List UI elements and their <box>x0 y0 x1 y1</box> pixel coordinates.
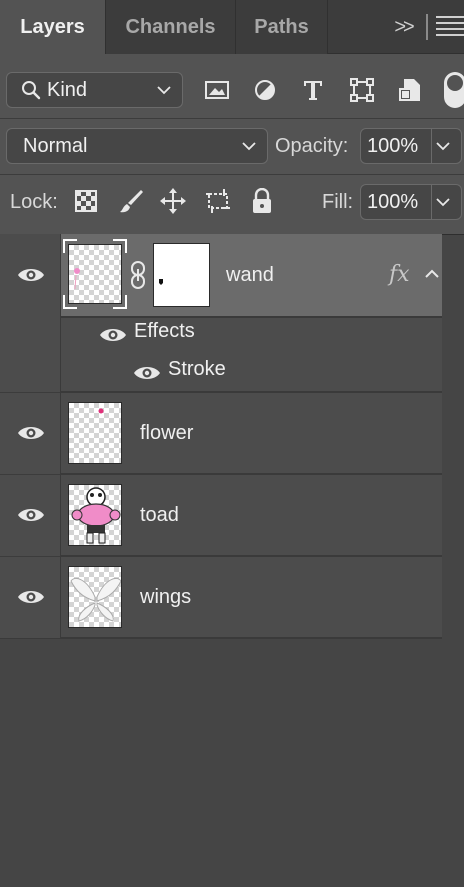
lock-label: Lock: <box>10 191 58 213</box>
divider <box>0 638 442 639</box>
chevron-up-icon[interactable] <box>424 266 440 282</box>
overflow-tabs-icon[interactable]: >> <box>386 10 420 44</box>
layer-mask-thumbnail[interactable] <box>153 243 210 307</box>
tab-layers[interactable]: Layers <box>0 0 106 54</box>
divider <box>431 129 432 163</box>
layer-name[interactable]: wings <box>140 586 191 609</box>
chevron-down-icon <box>157 86 171 95</box>
fill-field[interactable]: 100% <box>360 184 462 220</box>
lock-all-icon[interactable] <box>247 186 277 216</box>
tab-divider <box>426 14 428 40</box>
fx-icon[interactable]: fx <box>389 262 410 287</box>
image-filter-icon[interactable] <box>201 74 233 106</box>
divider <box>431 185 432 219</box>
eye-icon[interactable] <box>17 588 45 606</box>
opacity-field[interactable]: 100% <box>360 128 462 164</box>
filter-toggle-switch[interactable] <box>444 72 464 108</box>
chevron-down-icon[interactable] <box>435 194 451 210</box>
divider <box>0 474 60 475</box>
chevron-down-icon[interactable] <box>435 138 451 154</box>
panel-tab-bar: Layers Channels Paths >> <box>0 0 464 54</box>
opacity-label: Opacity: <box>275 135 349 157</box>
eye-icon[interactable] <box>17 266 45 284</box>
layer-thumbnail-wings[interactable] <box>68 566 122 628</box>
layer-name[interactable]: flower <box>140 422 193 445</box>
fill-label: Fill: <box>322 191 354 213</box>
lock-position-icon[interactable] <box>158 186 188 216</box>
tab-paths[interactable]: Paths <box>236 0 328 54</box>
search-icon <box>22 81 41 100</box>
lock-artboard-icon[interactable] <box>203 186 233 216</box>
eye-icon[interactable] <box>133 364 161 382</box>
shape-filter-icon[interactable] <box>346 74 378 106</box>
smart-object-filter-icon[interactable] <box>394 74 426 106</box>
layer-thumbnail-flower[interactable] <box>68 402 122 464</box>
wings-art <box>70 577 121 622</box>
layer-thumbnail-toad[interactable] <box>68 484 122 546</box>
effect-stroke-label[interactable]: Stroke <box>168 358 226 381</box>
blend-mode-select[interactable]: Normal <box>6 128 268 164</box>
link-icon[interactable] <box>129 260 147 290</box>
flower-art <box>98 408 104 414</box>
divider <box>0 392 60 393</box>
mask-mark <box>159 279 163 285</box>
lock-image-pixels-icon[interactable] <box>116 186 146 216</box>
eye-icon[interactable] <box>17 424 45 442</box>
tab-channels[interactable]: Channels <box>106 0 236 54</box>
filter-kind-select[interactable]: Kind <box>6 72 183 108</box>
selection-corners <box>63 239 127 309</box>
adjustment-filter-icon[interactable] <box>249 74 281 106</box>
divider <box>0 118 464 119</box>
layer-name[interactable]: toad <box>140 504 179 527</box>
type-filter-icon[interactable] <box>297 74 329 106</box>
fill-value[interactable]: 100% <box>367 191 418 214</box>
eye-icon[interactable] <box>99 326 127 344</box>
effects-label[interactable]: Effects <box>134 320 195 343</box>
divider <box>0 556 60 557</box>
opacity-value[interactable]: 100% <box>367 135 418 158</box>
divider <box>0 174 464 175</box>
toad-art <box>71 487 121 544</box>
layer-name[interactable]: wand <box>226 264 274 287</box>
chevron-down-icon <box>242 142 256 151</box>
eye-icon[interactable] <box>17 506 45 524</box>
lock-transparent-pixels-icon[interactable] <box>71 186 101 216</box>
filter-kind-label: Kind <box>47 78 88 101</box>
blend-mode-value: Normal <box>23 134 88 157</box>
panel-menu-icon[interactable] <box>436 16 464 38</box>
